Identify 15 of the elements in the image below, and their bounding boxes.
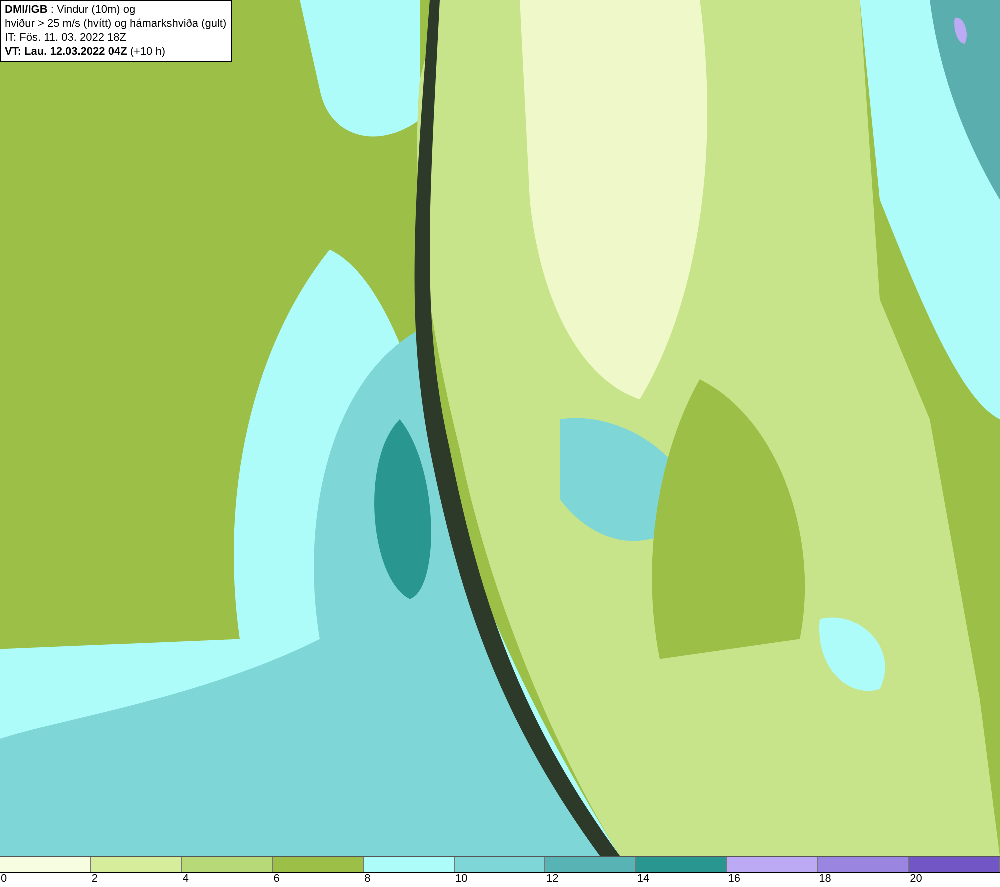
legend-tick-label: 20 xyxy=(909,873,922,887)
legend-tick-label: 12 xyxy=(545,873,559,887)
info-text: IT: Fös. 11. 03. 2022 18Z xyxy=(5,31,128,45)
legend-tick-label: 2 xyxy=(90,873,98,887)
info-text: DMI/IGB : Vindur (10m) og xyxy=(5,3,137,17)
legend-tick-label: 8 xyxy=(364,873,371,887)
legend-tick-label: 16 xyxy=(727,873,741,887)
info-text: hviður > 25 m/s (hvítt) og hámarkshviða (gult) xyxy=(5,17,227,31)
legend-tick-label: 6 xyxy=(272,873,280,887)
legend-tick-label: 14 xyxy=(636,873,650,887)
info-text: VT: Lau. 12.03.2022 04Z (+10 h) xyxy=(5,45,167,59)
legend-tick-label: 18 xyxy=(818,873,832,887)
legend-tick-label: 0 xyxy=(0,873,8,887)
legend-tick-label: 4 xyxy=(182,873,189,887)
legend-tick-label: 10 xyxy=(454,873,468,887)
